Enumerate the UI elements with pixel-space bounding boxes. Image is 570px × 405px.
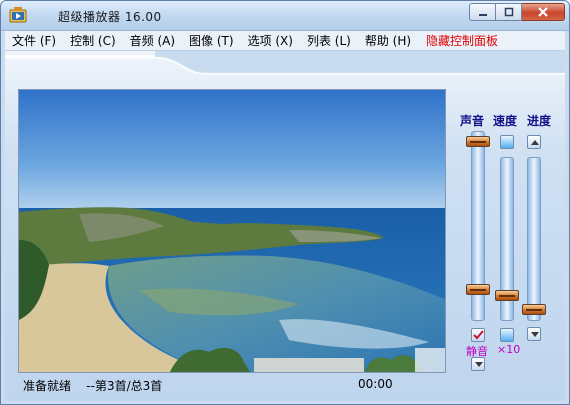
minimize-icon [478, 14, 487, 16]
speed-label: 速度 [493, 114, 518, 128]
menu-help[interactable]: 帮助 (H) [358, 32, 418, 49]
main-panel: 声音 速度 进度 静音 ×10 准备就绪 --第3首/总3首 00:00 [5, 51, 565, 401]
progress-down-button[interactable] [527, 327, 541, 341]
maximize-icon [504, 7, 513, 17]
window-title: 超级播放器 16.00 [58, 10, 162, 24]
menu-list[interactable]: 列表 (L) [300, 32, 358, 49]
volume-label: 声音 [460, 114, 485, 128]
progress-label: 进度 [527, 114, 552, 128]
video-display[interactable] [18, 89, 446, 373]
window-controls [469, 3, 565, 23]
panel-decoration [5, 51, 565, 75]
status-playlist: --第3首/总3首 [86, 379, 163, 393]
status-state: 准备就绪 [23, 379, 72, 393]
speed-multiplier-label: ×10 [497, 343, 521, 356]
menu-control[interactable]: 控制 (C) [63, 32, 123, 49]
app-icon [9, 7, 27, 23]
close-button[interactable] [522, 3, 565, 21]
video-frame-image [19, 90, 445, 372]
menu-hide-control-panel[interactable]: 隐藏控制面板 [418, 32, 505, 49]
speed-slider-thumb[interactable] [495, 290, 519, 301]
time-display: 00:00 [358, 377, 393, 391]
menu-audio[interactable]: 音频 (A) [123, 32, 182, 49]
maximize-button[interactable] [496, 3, 522, 21]
status-text: 准备就绪 --第3首/总3首 [23, 377, 162, 394]
chevron-down-icon [475, 362, 483, 367]
title-bar[interactable]: 超级播放器 16.00 [1, 1, 569, 31]
player-window: 超级播放器 16.00 文件 (F) 控制 (C) 音频 (A) 图像 (T) … [0, 0, 570, 405]
menu-image[interactable]: 图像 (T) [182, 32, 241, 49]
progress-slider-track[interactable] [527, 157, 541, 321]
menu-bar: 文件 (F) 控制 (C) 音频 (A) 图像 (T) 选项 (X) 列表 (L… [5, 31, 565, 51]
arrow-down-icon [531, 332, 539, 337]
minimize-button[interactable] [469, 3, 496, 21]
progress-slider-thumb[interactable] [522, 304, 546, 315]
menu-options[interactable]: 选项 (X) [241, 32, 300, 49]
playlist-scroll-down-button[interactable] [471, 357, 485, 371]
arrow-up-icon [531, 140, 539, 145]
speed-reset-button[interactable] [500, 135, 514, 149]
menu-file[interactable]: 文件 (F) [5, 32, 63, 49]
mute-checkbox[interactable] [471, 328, 485, 342]
volume-balance-thumb[interactable] [466, 136, 490, 147]
volume-slider-thumb[interactable] [466, 284, 490, 295]
speed-x10-toggle[interactable] [500, 328, 514, 342]
close-icon [538, 7, 548, 17]
progress-up-button[interactable] [527, 135, 541, 149]
checkmark-icon [473, 330, 484, 340]
